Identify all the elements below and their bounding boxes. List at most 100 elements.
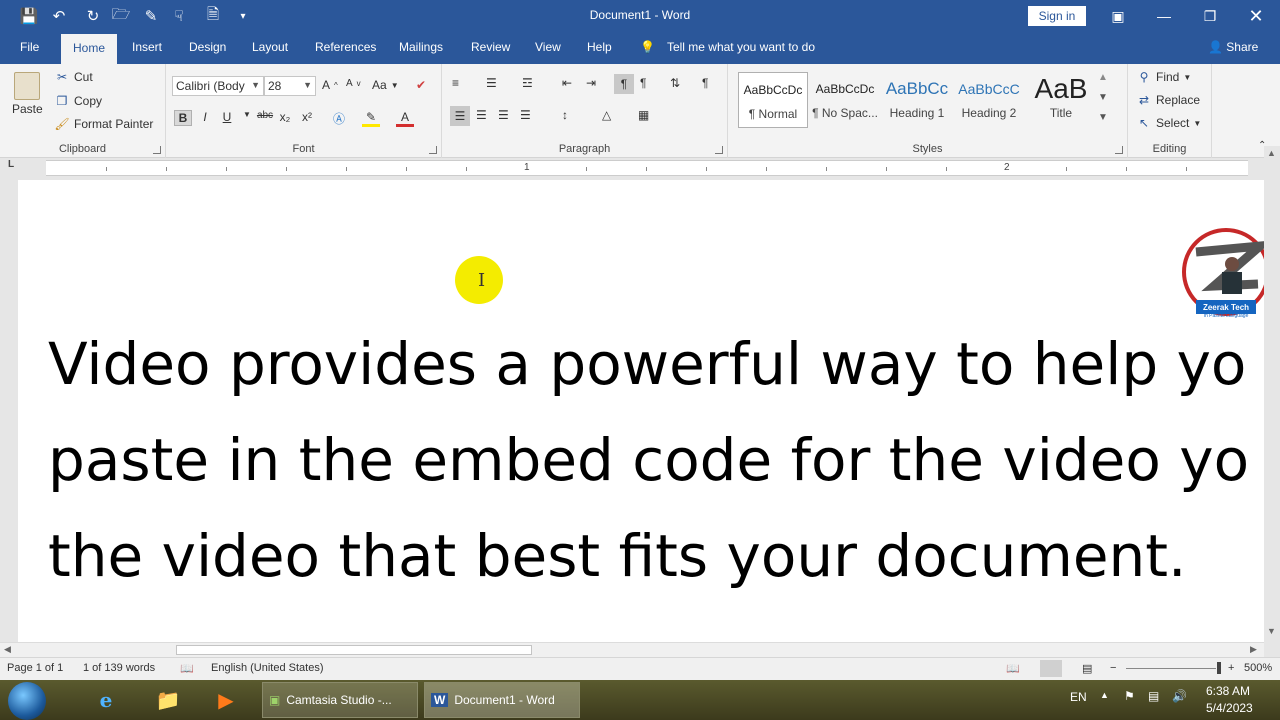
style-title[interactable]: AaB Title xyxy=(1026,72,1096,128)
line-spacing-icon[interactable]: ↕ xyxy=(562,108,568,122)
styles-more-icon[interactable]: ▼ xyxy=(1098,112,1108,123)
tab-design[interactable]: Design xyxy=(189,40,226,54)
taskbar-camtasia[interactable]: ▣ Camtasia Studio -... xyxy=(262,682,418,718)
scroll-up-icon[interactable]: ▲ xyxy=(1267,148,1276,158)
ltr-text-icon[interactable]: ¶ xyxy=(614,74,634,94)
clipboard-launcher-icon[interactable] xyxy=(153,146,161,154)
horizontal-scrollbar[interactable]: ◀ ▶ xyxy=(0,642,1264,657)
print-layout-icon[interactable] xyxy=(1040,660,1062,677)
zoom-slider[interactable] xyxy=(1126,668,1216,669)
borders-icon[interactable]: ▦ xyxy=(638,108,649,122)
find-button[interactable]: ⚲ Find ▼ xyxy=(1136,70,1192,84)
vertical-scrollbar[interactable]: ▲ ▼ xyxy=(1264,146,1280,642)
show-hidden-icons-icon[interactable]: ▲ xyxy=(1100,690,1109,700)
read-mode-icon[interactable]: 📖 xyxy=(1006,662,1020,675)
align-left-icon[interactable]: ☰ xyxy=(450,106,470,126)
minimize-icon[interactable]: — xyxy=(1144,4,1184,28)
bullets-icon[interactable]: ≡ xyxy=(452,76,459,90)
font-name-select[interactable]: Calibri (Body ▼ xyxy=(172,76,264,96)
font-launcher-icon[interactable] xyxy=(429,146,437,154)
style-heading-1[interactable]: AaBbCc Heading 1 xyxy=(882,72,952,128)
tell-me-search[interactable]: 💡 Tell me what you want to do xyxy=(640,40,815,54)
tab-review[interactable]: Review xyxy=(471,40,510,54)
language-tray[interactable]: EN xyxy=(1070,690,1087,704)
style-no-spacing[interactable]: AaBbCcDc ¶ No Spac... xyxy=(810,72,880,128)
zoom-slider-thumb[interactable] xyxy=(1217,662,1221,674)
styles-scroll-down-icon[interactable]: ▼ xyxy=(1098,92,1108,103)
format-painter-button[interactable]: 🖌 Format Painter xyxy=(54,117,153,131)
ruler-track[interactable]: 1 2 xyxy=(46,160,1248,176)
styles-launcher-icon[interactable] xyxy=(1115,146,1123,154)
multilevel-list-icon[interactable]: ☲ xyxy=(522,76,533,90)
numbering-icon[interactable]: ☰ xyxy=(486,76,497,90)
tab-view[interactable]: View xyxy=(535,40,561,54)
web-layout-icon[interactable]: ▤ xyxy=(1082,662,1092,675)
change-case-button[interactable]: Aa ▼ xyxy=(372,78,399,92)
taskbar-word[interactable]: W Document1 - Word xyxy=(424,682,580,718)
file-explorer-icon[interactable]: 📁 xyxy=(146,684,190,716)
scroll-left-icon[interactable]: ◀ xyxy=(4,644,11,655)
highlight-icon[interactable]: ✎ xyxy=(362,110,380,127)
zoom-in-icon[interactable]: + xyxy=(1228,662,1234,674)
tab-mailings[interactable]: Mailings xyxy=(399,40,443,54)
proofing-icon[interactable]: 📖 xyxy=(180,662,194,675)
tab-references[interactable]: References xyxy=(315,40,376,54)
strikethrough-button[interactable]: abc xyxy=(254,110,276,121)
scroll-thumb[interactable] xyxy=(176,645,532,655)
bold-button[interactable]: B xyxy=(174,110,192,126)
share-button[interactable]: 👤 Share xyxy=(1208,40,1258,54)
sort-icon[interactable]: ⇅ xyxy=(670,76,680,90)
decrease-indent-icon[interactable]: ⇤ xyxy=(562,76,572,90)
internet-explorer-icon[interactable]: e xyxy=(84,684,128,716)
increase-indent-icon[interactable]: ⇥ xyxy=(586,76,596,90)
scroll-right-icon[interactable]: ▶ xyxy=(1250,644,1257,655)
text-effects-icon[interactable]: Ⓐ xyxy=(330,110,348,127)
language-indicator[interactable]: English (United States) xyxy=(211,662,324,674)
select-button[interactable]: ↖ Select ▼ xyxy=(1136,116,1201,130)
style-heading-2[interactable]: AaBbCcC Heading 2 xyxy=(954,72,1024,128)
clock-date[interactable]: 5/4/2023 xyxy=(1206,701,1253,715)
underline-button[interactable]: U xyxy=(218,110,236,124)
tab-insert[interactable]: Insert xyxy=(132,40,162,54)
word-count[interactable]: 1 of 139 words xyxy=(83,662,155,674)
start-button[interactable] xyxy=(8,682,46,720)
sign-in-button[interactable]: Sign in xyxy=(1028,6,1086,26)
clear-formatting-icon[interactable]: ✔ xyxy=(416,78,426,92)
justify-icon[interactable]: ☰ xyxy=(520,108,531,122)
subscript-button[interactable]: x₂ xyxy=(276,110,294,124)
cut-button[interactable]: ✂ Cut xyxy=(54,70,93,84)
shrink-font-icon[interactable]: Av xyxy=(346,78,361,89)
flag-icon[interactable]: ⚑ xyxy=(1124,689,1135,703)
tab-selector-icon[interactable]: L xyxy=(8,159,14,170)
tab-file[interactable]: File xyxy=(20,40,39,54)
page-count[interactable]: Page 1 of 1 xyxy=(7,662,63,674)
tab-layout[interactable]: Layout xyxy=(252,40,288,54)
close-icon[interactable]: ✕ xyxy=(1236,4,1276,28)
copy-button[interactable]: ❐ Copy xyxy=(54,94,102,108)
tab-home[interactable]: Home xyxy=(61,34,118,64)
clock-time[interactable]: 6:38 AM xyxy=(1206,684,1250,698)
align-right-icon[interactable]: ☰ xyxy=(498,108,509,122)
ribbon-display-icon[interactable]: ▣ xyxy=(1098,4,1138,28)
restore-icon[interactable]: ❐ xyxy=(1190,4,1230,28)
shading-icon[interactable]: △ xyxy=(602,108,611,122)
align-center-icon[interactable]: ☰ xyxy=(476,108,487,122)
zoom-level[interactable]: 500% xyxy=(1244,662,1272,674)
rtl-text-icon[interactable]: ¶ xyxy=(640,76,646,90)
show-hide-icon[interactable]: ¶ xyxy=(702,76,708,90)
superscript-button[interactable]: x² xyxy=(298,110,316,124)
paragraph-launcher-icon[interactable] xyxy=(715,146,723,154)
tab-help[interactable]: Help xyxy=(587,40,612,54)
document-page[interactable]: Video provides a powerful way to help yo… xyxy=(18,180,1264,642)
replace-button[interactable]: ⇄ Replace xyxy=(1136,93,1200,107)
scroll-down-icon[interactable]: ▼ xyxy=(1267,626,1276,636)
media-player-icon[interactable]: ▶ xyxy=(204,684,248,716)
font-size-select[interactable]: 28 ▼ xyxy=(264,76,316,96)
italic-button[interactable]: I xyxy=(196,110,214,124)
style-normal[interactable]: AaBbCcDc ¶ Normal xyxy=(738,72,808,128)
volume-icon[interactable]: 🔊 xyxy=(1172,689,1187,703)
styles-scroll-up-icon[interactable]: ▲ xyxy=(1098,72,1108,83)
grow-font-icon[interactable]: A ^ xyxy=(322,78,338,92)
paste-button[interactable]: Paste xyxy=(12,72,43,116)
network-icon[interactable]: ▤ xyxy=(1148,689,1159,703)
